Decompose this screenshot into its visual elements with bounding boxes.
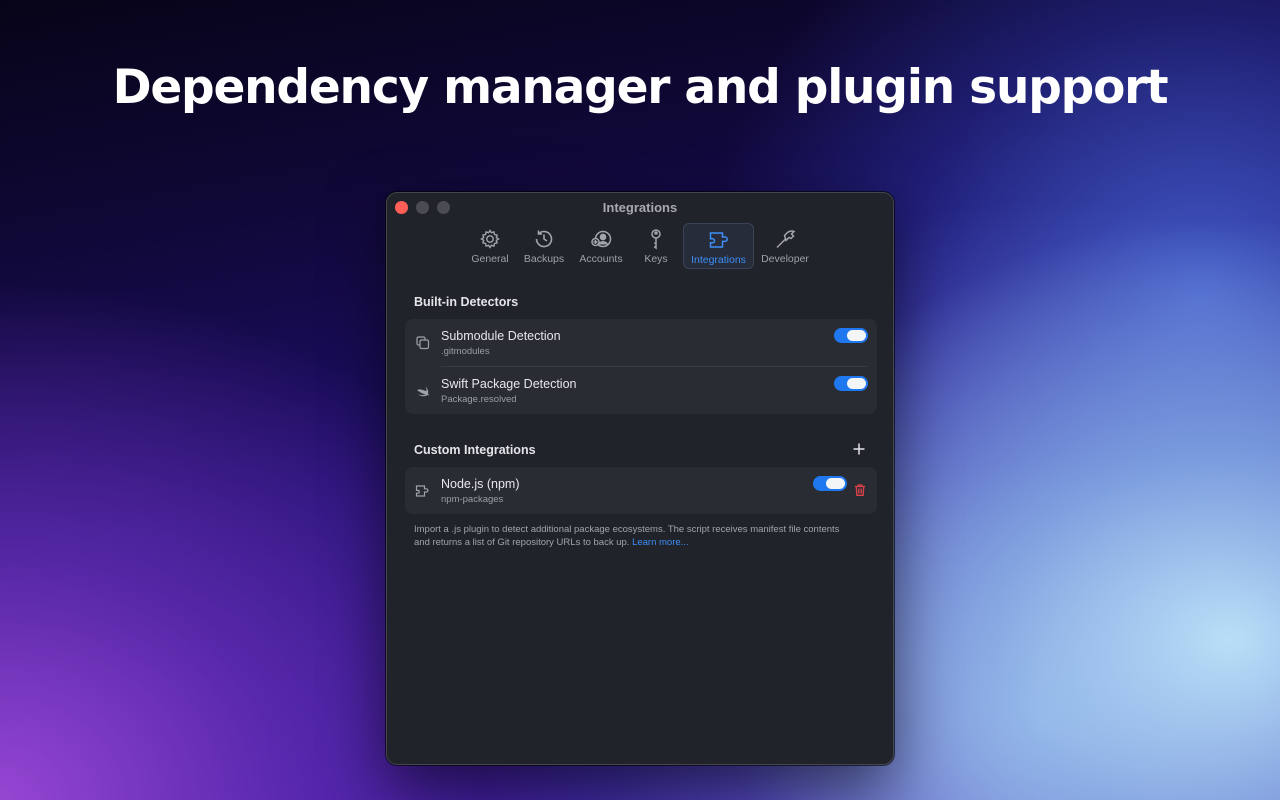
detector-file: Package.resolved (441, 394, 517, 405)
swift-icon (417, 386, 429, 397)
tab-developer-label: Developer (761, 253, 809, 265)
copy-icon (416, 336, 430, 350)
preferences-window: Integrations General Backups Accounts Ke… (386, 192, 894, 765)
window-title: Integrations (602, 200, 678, 215)
puzzle-icon (709, 232, 728, 248)
puzzle-icon (415, 485, 429, 497)
builtin-detectors-title: Built-in Detectors (414, 295, 519, 309)
trash-icon[interactable] (853, 483, 867, 497)
detector-file: .gitmodules (441, 346, 490, 357)
integration-id: npm-packages (441, 494, 504, 505)
tab-backups[interactable]: Backups (518, 223, 570, 269)
tab-keys[interactable]: Keys (635, 223, 677, 269)
preferences-toolbar: General Backups Accounts Keys Integratio… (387, 223, 893, 269)
swift-package-detection-toggle[interactable] (834, 376, 868, 391)
key-icon (651, 229, 661, 250)
integration-name: Node.js (npm) (441, 477, 520, 491)
plugin-help-body: Import a .js plugin to detect additional… (414, 524, 840, 548)
tab-backups-label: Backups (523, 253, 565, 265)
plugin-help-text: Import a .js plugin to detect additional… (414, 523, 854, 549)
list-item-nodejs-npm: Node.js (npm) npm-packages (405, 467, 877, 515)
tab-accounts-label: Accounts (579, 253, 623, 265)
custom-integrations-title: Custom Integrations (414, 443, 536, 457)
custom-integrations-card: Node.js (npm) npm-packages (405, 467, 877, 514)
submodule-detection-toggle[interactable] (834, 328, 868, 343)
hammer-icon (776, 230, 796, 249)
nodejs-npm-toggle[interactable] (813, 476, 847, 491)
history-icon (535, 230, 553, 248)
accounts-icon (591, 230, 612, 248)
add-integration-button[interactable] (852, 442, 866, 456)
gear-icon (480, 229, 500, 249)
tab-keys-label: Keys (644, 253, 668, 265)
tab-integrations[interactable]: Integrations (683, 223, 754, 269)
detector-name: Submodule Detection (441, 329, 561, 343)
tab-integrations-label: Integrations (691, 254, 746, 266)
tab-accounts[interactable]: Accounts (574, 223, 628, 269)
tab-general-label: General (471, 253, 509, 265)
tab-general[interactable]: General (466, 223, 514, 269)
learn-more-link[interactable]: Learn more... (632, 537, 689, 548)
builtin-detectors-card: Submodule Detection .gitmodules Swift Pa… (405, 319, 877, 414)
headline: Dependency manager and plugin support (112, 60, 1169, 115)
tab-developer[interactable]: Developer (758, 223, 812, 269)
list-item-submodule-detection: Submodule Detection .gitmodules (405, 319, 877, 367)
detector-name: Swift Package Detection (441, 377, 577, 391)
list-item-swift-package-detection: Swift Package Detection Package.resolved (405, 367, 877, 415)
